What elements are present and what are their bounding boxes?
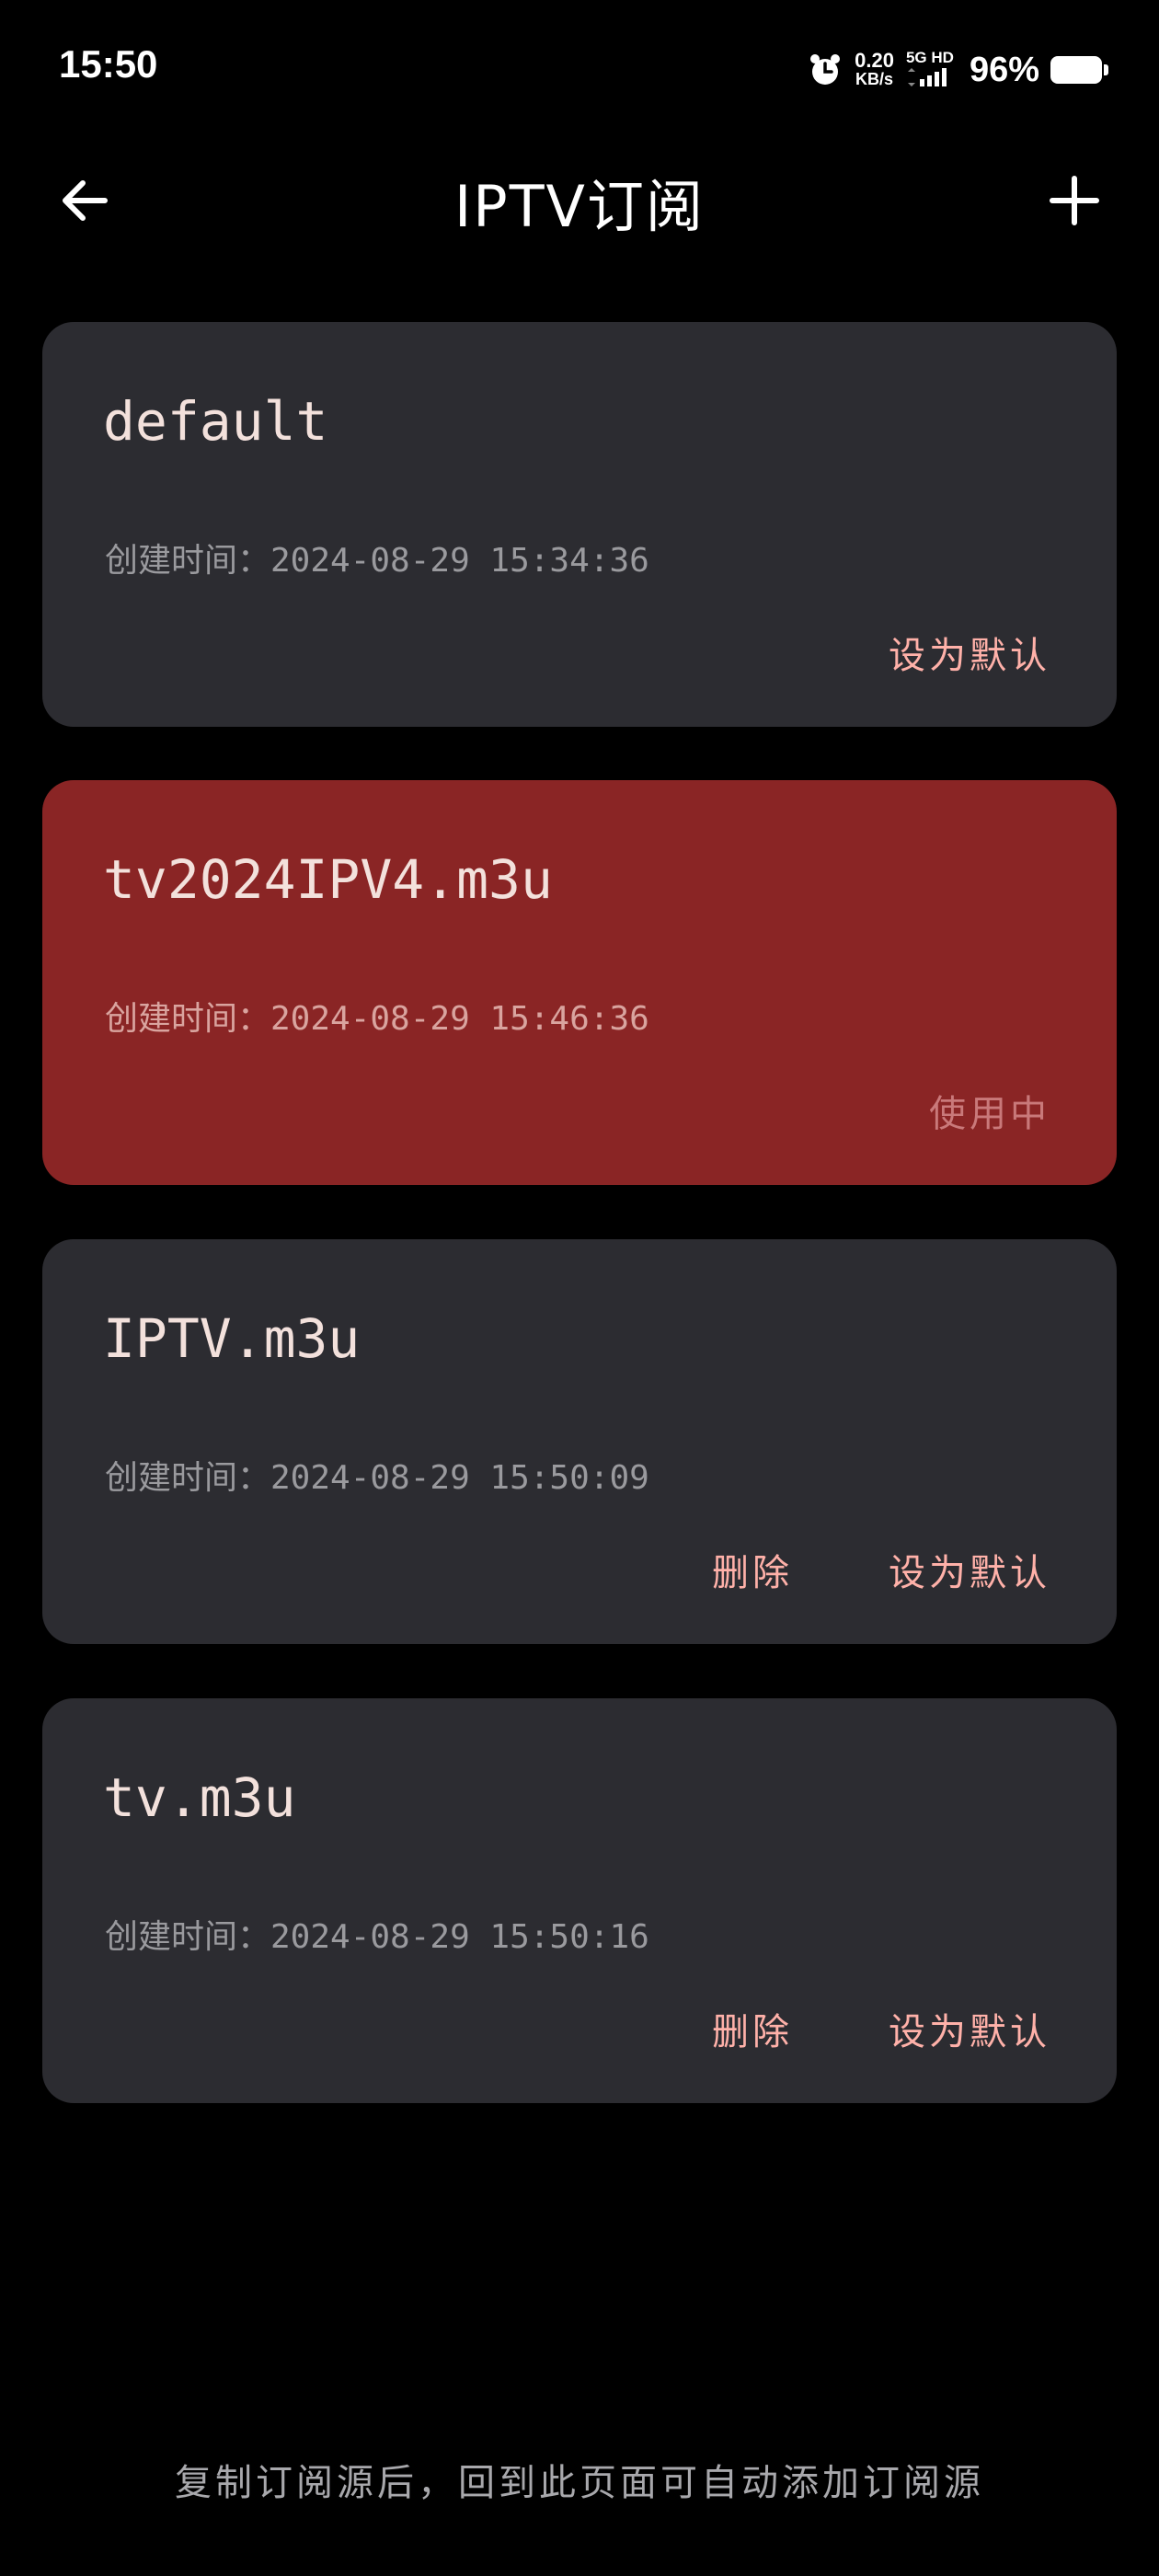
subscription-card-iptv[interactable]: IPTV.m3u 创建时间：2024-08-29 15:50:09 删除 设为默… xyxy=(42,1239,1117,1644)
subscription-card-tv[interactable]: tv.m3u 创建时间：2024-08-29 15:50:16 删除 设为默认 xyxy=(42,1698,1117,2103)
subscription-created-time: 创建时间：2024-08-29 15:46:36 xyxy=(105,1000,649,1038)
set-default-button[interactable]: 设为默认 xyxy=(889,1543,1050,1596)
in-use-label: 使用中 xyxy=(929,1093,1050,1135)
subscription-card-default[interactable]: default 创建时间：2024-08-29 15:34:36 设为默认 xyxy=(42,322,1117,727)
card-actions: 删除 设为默认 xyxy=(712,2002,1050,2055)
set-default-button[interactable]: 设为默认 xyxy=(889,2002,1050,2055)
set-default-button[interactable]: 设为默认 xyxy=(889,626,1050,679)
alarm-clock-icon xyxy=(807,52,843,88)
delete-button[interactable]: 删除 xyxy=(712,1543,793,1596)
card-actions: 删除 设为默认 xyxy=(712,1543,1050,1596)
status-bar: 15:50 0.20 KB/s 5G HD 96% xyxy=(0,0,1159,138)
subscription-name: IPTV.m3u xyxy=(103,1307,361,1370)
subscription-name: tv.m3u xyxy=(103,1766,296,1829)
card-actions: 使用中 xyxy=(929,1084,1050,1137)
network-type-label: 5G HD xyxy=(905,49,954,66)
add-subscription-button[interactable] xyxy=(1038,166,1111,239)
status-icons: 0.20 KB/s 5G HD 96% xyxy=(807,44,1108,96)
subscription-created-time: 创建时间：2024-08-29 15:50:09 xyxy=(105,1459,649,1497)
signal-indicator: 5G HD xyxy=(905,50,955,90)
footer-hint: 复制订阅源后，回到此页面可自动添加订阅源 xyxy=(175,2462,984,2504)
status-time: 15:50 xyxy=(59,42,158,86)
page-title: IPTV订阅 xyxy=(454,173,705,240)
card-actions: 设为默认 xyxy=(889,626,1050,679)
signal-bars-icon xyxy=(905,68,955,90)
subscription-name: tv2024IPV4.m3u xyxy=(103,848,553,911)
app-bar: IPTV订阅 xyxy=(0,138,1159,258)
subscription-created-time: 创建时间：2024-08-29 15:50:16 xyxy=(105,1918,649,1956)
subscription-name: default xyxy=(103,390,328,453)
subscription-card-active[interactable]: tv2024IPV4.m3u 创建时间：2024-08-29 15:46:36 … xyxy=(42,780,1117,1185)
plus-icon xyxy=(1049,175,1100,230)
battery-icon xyxy=(1050,56,1108,84)
network-speed: 0.20 KB/s xyxy=(855,49,894,89)
delete-button[interactable]: 删除 xyxy=(712,2002,793,2055)
battery-percentage: 96% xyxy=(969,50,1039,89)
network-speed-unit: KB/s xyxy=(855,70,894,88)
network-speed-value: 0.20 xyxy=(855,49,894,72)
subscription-created-time: 创建时间：2024-08-29 15:34:36 xyxy=(105,542,649,580)
